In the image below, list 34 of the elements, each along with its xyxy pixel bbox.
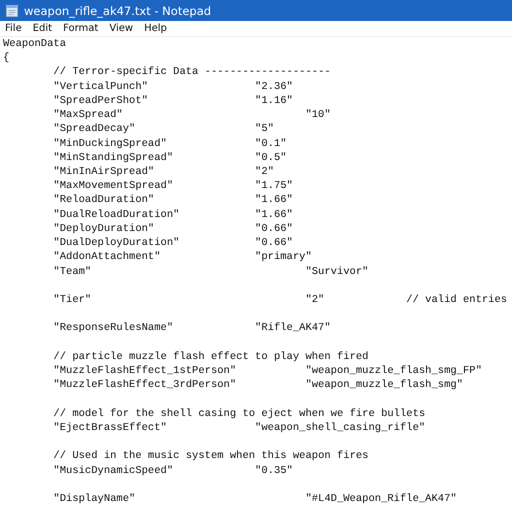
code-line: // model for the shell casing to eject when we fire bullets [52,408,426,420]
code-line: "MinStandingSpread" "0.5" [52,152,287,164]
menu-item[interactable]: File [5,23,22,34]
notepad-icon [5,4,19,18]
code-line: "EjectBrassEffect" "weapon_shell_casing_rifle" [52,422,426,434]
code-line: "MinInAirSpread" "2" [52,166,274,178]
code-line: "MusicDynamicSpeed" "0.35" [52,464,293,477]
code-line: "MuzzleFlashEffect_3rdPerson" "weapon_muzzle_flash_smg" [52,379,463,392]
code-line: "SpreadPerShot" "1.16" [52,94,293,107]
code-line: "Team" "Survivor" [52,266,368,278]
code-line: "MaxMovementSpread" "1.75" [52,180,293,192]
code-line: WeaponData [3,38,66,50]
window-title: weapon_rifle_ak47.txt - Notepad [24,4,212,18]
code-line: { [3,52,10,64]
code-line: "MuzzleFlashEffect_1stPerson" "weapon_muzzle_flash_smg_FP" [52,365,482,378]
code-line: "DualDeployDuration" "0.66" [52,237,293,250]
code-line: "VerticalPunch" "2.36" [52,80,293,93]
code-line: "AddonAttachment" "primary" [52,251,312,264]
code-line: "MinDuckingSpread" "0.1" [52,138,287,150]
code-line: // particle muzzle flash effect to play when fired [52,350,368,363]
code-line: "ResponseRulesName" "Rifle_AK47" [52,322,331,334]
code-line: "DualReloadDuration" "1.66" [52,208,293,221]
menu-item[interactable]: Format [63,23,98,34]
code-line: // Terror-specific Data -------------------- [52,66,331,78]
menu-item[interactable]: Help [144,23,167,34]
menu-item[interactable]: Edit [32,23,52,34]
code-line: // Used in the music system when this weapon fires [52,450,368,462]
code-line: "ReloadDuration" "1.66" [52,194,293,206]
code-line: "MaxSpread" "10" [52,109,331,122]
code-line: "DeployDuration" "0.66" [52,222,293,235]
menu-item[interactable]: View [109,23,134,34]
code-line: "Tier" "2" // valid entries [52,294,508,306]
code-line: "SpreadDecay" "5" [52,123,274,136]
code-line: "DisplayName" "#L4D_Weapon_Rifle_AK47" [52,493,457,505]
